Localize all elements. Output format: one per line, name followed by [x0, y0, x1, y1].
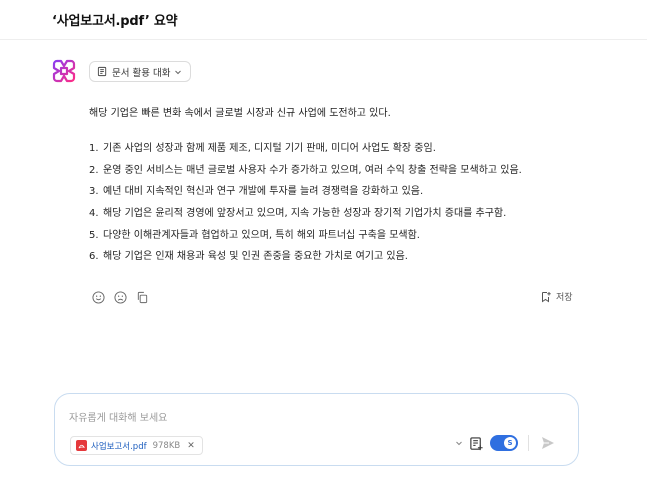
list-text: 기존 사업의 성장과 함께 제품 제조, 디지털 기기 판매, 미디어 사업도 …	[103, 143, 436, 154]
page-header: ‘사업보고서.pdf’ 요약	[0, 0, 647, 40]
list-item: 6. 해당 기업은 인재 채용과 육성 및 인권 존중을 중요한 가치로 여기고 …	[89, 250, 522, 272]
toggle-knob-icon: S	[504, 437, 516, 449]
save-label: 저장	[556, 293, 573, 303]
list-item: 4. 해당 기업은 윤리적 경영에 앞장서고 있으며, 지속 가능한 성장과 장기…	[89, 207, 522, 229]
copy-button[interactable]	[135, 290, 149, 304]
conversation-mode-dropdown[interactable]: 문서 활용 대화	[89, 61, 192, 82]
list-text: 예년 대비 지속적인 혁신과 연구 개발에 투자를 늘려 경쟁력을 강화하고 있…	[103, 186, 424, 198]
assistant-logo-icon	[52, 59, 76, 83]
list-number: 6.	[89, 251, 99, 263]
list-text: 다양한 이해관계자들과 협업하고 있으며, 특히 해외 파트너십 구축을 모색함…	[103, 229, 420, 241]
send-button[interactable]	[539, 434, 557, 452]
frown-icon	[113, 290, 127, 304]
file-name: 사업보고서.pdf	[91, 441, 147, 452]
chevron-down-icon[interactable]	[455, 439, 463, 447]
list-item: 1. 기존 사업의 성장과 함께 제품 제조, 디지털 기기 판매, 미디어 사업…	[89, 142, 522, 164]
answer-actions	[91, 290, 149, 304]
dislike-button[interactable]	[113, 290, 127, 304]
document-mode-icon[interactable]	[469, 436, 484, 451]
send-icon	[542, 437, 554, 449]
remove-file-icon[interactable]: ✕	[187, 441, 195, 451]
summary-list: 1. 기존 사업의 성장과 함께 제품 제조, 디지털 기기 판매, 미디어 사업…	[89, 142, 522, 272]
document-icon	[97, 66, 107, 77]
message-input[interactable]: 자유롭게 대화해 보세요	[69, 409, 167, 424]
list-number: 3.	[89, 186, 99, 198]
smile-icon	[91, 290, 105, 304]
doc-mode-toggle[interactable]: S	[490, 435, 518, 451]
list-text: 해당 기업은 인재 채용과 육성 및 인권 존중을 중요한 가치로 여기고 있음…	[103, 251, 408, 263]
list-number: 5.	[89, 229, 99, 241]
answer-intro: 해당 기업은 빠른 변화 속에서 글로벌 시장과 신규 사업에 도전하고 있다.	[89, 108, 391, 119]
file-size: 978KB	[152, 440, 181, 451]
message-composer[interactable]: 자유롭게 대화해 보세요 사업보고서.pdf 978KB ✕ S	[54, 393, 579, 466]
bookmark-add-icon	[542, 291, 551, 302]
list-item: 3. 예년 대비 지속적인 혁신과 연구 개발에 투자를 늘려 경쟁력을 강화하고…	[89, 185, 522, 207]
list-text: 운영 중인 서비스는 매년 글로벌 사용자 수가 증가하고 있으며, 여러 수익…	[103, 164, 522, 176]
copy-icon	[137, 291, 147, 303]
list-text: 해당 기업은 윤리적 경영에 앞장서고 있으며, 지속 가능한 성장과 장기적 …	[103, 208, 507, 220]
page-title: ‘사업보고서.pdf’ 요약	[52, 14, 178, 29]
list-item: 5. 다양한 이해관계자들과 협업하고 있으며, 특히 해외 파트너십 구축을 모…	[89, 229, 522, 251]
chevron-down-icon	[175, 70, 182, 74]
mode-label: 문서 활용 대화	[112, 67, 171, 79]
like-button[interactable]	[91, 290, 105, 304]
save-button[interactable]: 저장	[540, 290, 573, 303]
list-number: 2.	[89, 164, 99, 176]
attached-file-chip[interactable]: 사업보고서.pdf 978KB ✕	[70, 436, 203, 455]
pdf-file-icon	[76, 440, 87, 451]
list-number: 4.	[89, 208, 99, 220]
divider	[528, 435, 529, 451]
composer-tools: S	[455, 434, 557, 452]
list-number: 1.	[89, 143, 99, 154]
list-item: 2. 운영 중인 서비스는 매년 글로벌 사용자 수가 증가하고 있으며, 여러 …	[89, 164, 522, 186]
